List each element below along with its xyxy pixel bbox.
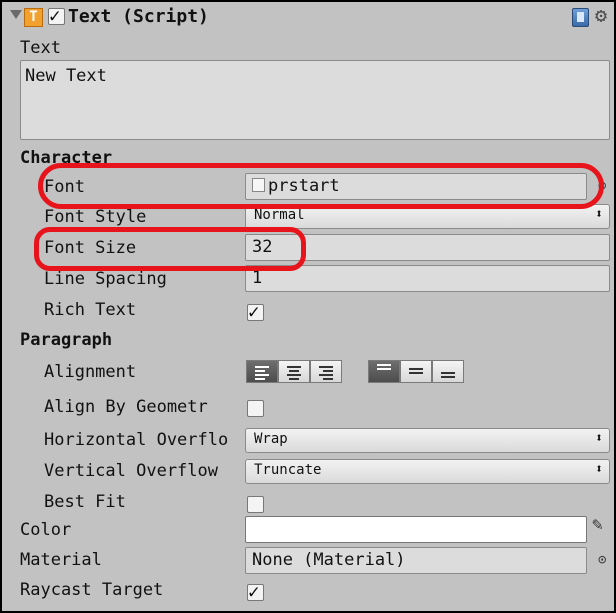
checkmark-icon: ✓ [248,301,260,323]
dropdown-arrow-icon: ⬍ [595,431,603,446]
text-input-area[interactable]: New Text [20,60,610,140]
material-label: Material [20,550,102,570]
dropdown-arrow-icon: ⬍ [595,462,603,477]
align-by-geometry-label: Align By Geometr [44,397,208,417]
horizontal-overflow-value: Wrap [254,431,288,447]
alignment-label: Alignment [44,362,137,382]
rich-text-label: Rich Text [44,300,137,320]
raycast-target-label: Raycast Target [20,580,164,600]
text-label: Text [20,38,61,58]
eyedropper-icon[interactable]: ✎ [592,514,603,535]
component-enabled-checkbox[interactable]: ✓ [48,5,65,27]
align-middle-button[interactable] [400,360,432,383]
font-highlight-annotation [38,163,604,209]
vertical-overflow-label: Vertical Overflow [44,461,218,481]
paragraph-heading: Paragraph [20,330,113,350]
align-bottom-button[interactable] [432,360,464,383]
vertical-alignment-group [368,360,464,383]
foldout-arrow-icon[interactable] [10,10,22,19]
color-swatch[interactable] [245,516,587,543]
dropdown-arrow-icon: ⬍ [595,207,603,222]
checkmark-icon: ✓ [248,581,260,603]
help-book-icon[interactable] [572,8,589,27]
align-by-geometry-checkbox[interactable] [247,400,264,417]
rich-text-checkbox[interactable]: ✓ [247,301,264,323]
checkmark-icon: ✓ [49,5,61,27]
color-label: Color [20,520,72,540]
best-fit-checkbox[interactable] [247,496,264,513]
align-top-button[interactable] [368,360,400,383]
font-style-value: Normal [254,207,305,223]
align-left-button[interactable] [246,360,278,383]
inspector-panel: T ✓ Text (Script) ⚙ Text New Text Charac… [0,0,616,613]
font-style-label: Font Style [44,207,147,227]
best-fit-label: Best Fit [44,492,126,512]
line-spacing-input[interactable]: 1 [245,265,610,292]
component-header: T ✓ Text (Script) ⚙ [2,2,614,36]
horizontal-overflow-dropdown[interactable]: Wrap ⬍ [245,428,610,453]
gear-icon[interactable]: ⚙ [595,3,607,27]
align-right-button[interactable] [310,360,342,383]
vertical-overflow-value: Truncate [254,462,322,478]
line-spacing-label: Line Spacing [44,269,167,289]
raycast-target-checkbox[interactable]: ✓ [247,581,264,603]
horizontal-alignment-group [246,360,342,383]
component-title: Text (Script) [68,6,209,27]
font-size-highlight-annotation [34,227,306,271]
align-center-button[interactable] [278,360,310,383]
horizontal-overflow-label: Horizontal Overflo [44,430,229,450]
material-field[interactable]: None (Material) [245,547,587,574]
text-component-icon: T [24,8,43,27]
object-picker-icon[interactable]: ⊙ [598,552,606,568]
vertical-overflow-dropdown[interactable]: Truncate ⬍ [245,459,610,484]
